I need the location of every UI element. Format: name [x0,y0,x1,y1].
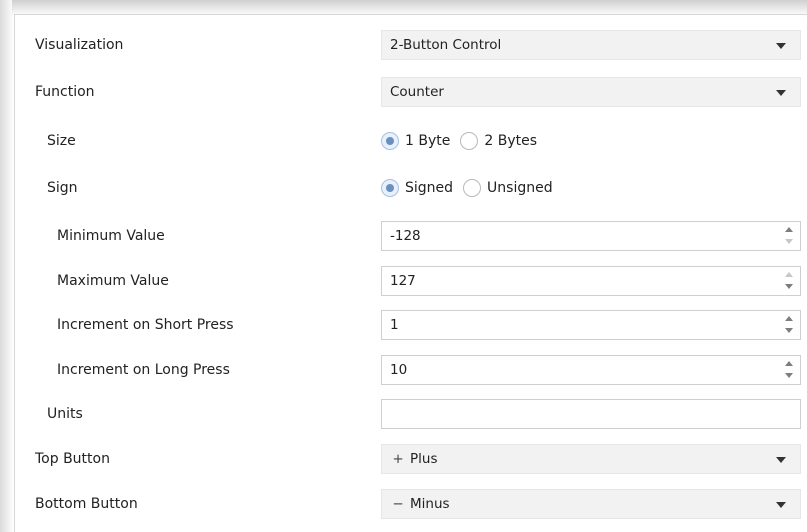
spin-arrows[interactable] [784,226,794,246]
spin-down-icon[interactable] [785,239,793,244]
row-minimum-value: Minimum Value -128 [15,218,807,254]
minimum-value-label: Minimum Value [57,228,165,244]
spin-up-icon[interactable] [785,361,793,366]
spin-arrows[interactable] [784,271,794,291]
bottom-button-label: Bottom Button [35,496,138,512]
spin-arrows[interactable] [784,360,794,380]
maximum-value-label: Maximum Value [57,273,169,289]
size-option-1-byte[interactable]: 1 Byte [381,132,450,150]
increment-long-press-spinbox[interactable]: 10 [381,355,801,385]
top-button-label: Top Button [35,451,110,467]
spin-arrows[interactable] [784,315,794,335]
radio-checked-icon[interactable] [381,179,399,197]
increment-long-press-label: Increment on Long Press [57,362,230,378]
parameters-panel: Visualization 2-Button Control Function … [14,14,807,532]
sign-label: Sign [47,180,78,196]
bottom-button-value: − Minus [390,490,450,518]
radio-unchecked-icon[interactable] [460,132,479,150]
minimum-value-spinbox[interactable]: -128 [381,221,801,251]
visualization-label: Visualization [35,37,124,53]
size-label: Size [47,133,76,149]
radio-checked-icon[interactable] [381,132,399,150]
settings-window: Visualization 2-Button Control Function … [0,0,807,532]
plus-icon: + [392,451,404,467]
row-top-button: Top Button + Plus [15,441,807,477]
sign-option-signed[interactable]: Signed [381,179,453,197]
spin-up-icon[interactable] [785,227,793,232]
radio-unchecked-icon[interactable] [463,179,482,197]
maximum-value-spinbox[interactable]: 127 [381,266,801,296]
spin-up-icon[interactable] [785,272,793,277]
chevron-down-icon [776,457,786,463]
chevron-down-icon [776,90,786,96]
sign-option-unsigned[interactable]: Unsigned [463,179,553,197]
size-option-label: 1 Byte [405,133,451,149]
increment-long-press-text: 10 [390,362,408,378]
spin-down-icon[interactable] [785,328,793,333]
size-option-label: 2 Bytes [484,133,538,149]
minus-icon: − [392,496,404,512]
row-visualization: Visualization 2-Button Control [15,27,807,63]
spin-up-icon[interactable] [785,316,793,321]
visualization-select[interactable]: 2-Button Control [381,30,801,60]
row-increment-short-press: Increment on Short Press 1 [15,307,807,343]
row-maximum-value: Maximum Value 127 [15,263,807,299]
row-function: Function Counter [15,74,807,110]
function-value: Counter [390,84,444,100]
row-units: Units [15,396,807,432]
function-select[interactable]: Counter [381,77,801,107]
size-radio-group: 1 Byte 2 Bytes [381,123,547,159]
top-button-value: + Plus [390,445,437,473]
increment-short-press-text: 1 [390,317,399,333]
size-option-2-bytes[interactable]: 2 Bytes [460,132,537,150]
units-text-field[interactable] [381,399,801,429]
sign-option-label: Signed [405,180,454,196]
increment-short-press-spinbox[interactable]: 1 [381,310,801,340]
bottom-button-value-text: Minus [410,496,450,512]
sign-option-label: Unsigned [487,180,553,196]
row-bottom-button: Bottom Button − Minus [15,486,807,522]
chevron-down-icon [776,502,786,508]
bottom-button-select[interactable]: − Minus [381,489,801,519]
top-button-value-text: Plus [410,451,438,467]
row-sign: Sign Signed Unsigned [15,170,807,206]
visualization-value: 2-Button Control [390,37,502,53]
units-label: Units [47,406,83,422]
row-size: Size 1 Byte 2 Bytes [15,123,807,159]
sign-radio-group: Signed Unsigned [381,170,563,206]
spin-down-icon[interactable] [785,373,793,378]
function-label: Function [35,84,95,100]
chevron-down-icon [776,43,786,49]
increment-short-press-label: Increment on Short Press [57,317,234,333]
top-button-select[interactable]: + Plus [381,444,801,474]
units-input[interactable] [381,399,801,429]
maximum-value-text: 127 [390,273,416,289]
minimum-value-text: -128 [390,228,421,244]
row-increment-long-press: Increment on Long Press 10 [15,352,807,388]
frame-shadow-left [0,0,14,532]
spin-down-icon[interactable] [785,284,793,289]
